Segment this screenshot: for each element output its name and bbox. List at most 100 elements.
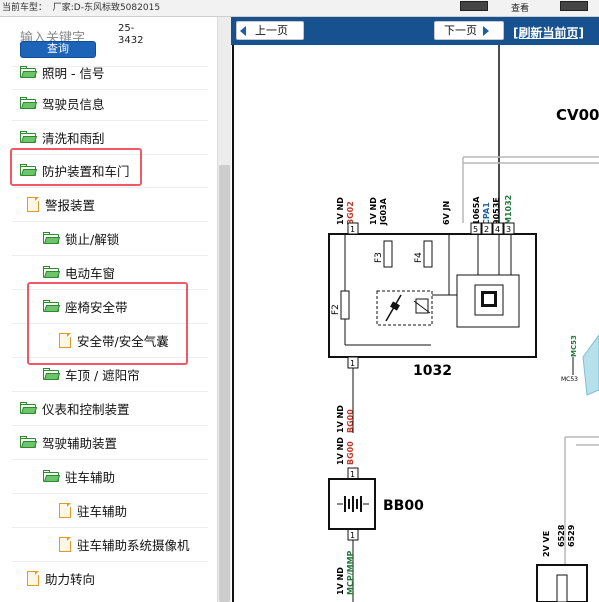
svg-text:F4: F4 [414,252,424,263]
wire-label: CPA1 [482,202,491,225]
svg-text:1: 1 [350,470,355,479]
tree-item[interactable]: 清洗和雨刮 [20,127,105,147]
wire-label: BG00 [346,409,355,433]
document-icon [27,196,39,212]
tree-item[interactable]: 电动车窗 [43,262,115,282]
document-icon [59,536,71,552]
wire-label: 1V ND [336,197,345,225]
wire-label: 1V ND [369,197,378,225]
left-tree-panel: 输入关键字 25- 3432 查询 照明 - 信号 驾驶员信息 清洗和雨刮 防护装置和… [0,17,217,602]
folder-open-icon [20,66,38,78]
top-status-bar: 当前车型： 厂家:D-东风标致5082015 查看 [0,0,599,17]
wire-label: 6529 [567,524,576,547]
svg-text:F2: F2 [331,304,341,315]
svg-text:F3: F3 [374,252,384,263]
divider [12,255,208,256]
tree-item[interactable]: 助力转向 [27,568,95,588]
tree-item-label: 驻车辅助系统摄像机 [77,537,190,553]
svg-text:2: 2 [484,225,489,234]
tree-item[interactable]: 锁止/解锁 [43,228,119,248]
folder-open-icon [43,232,61,244]
divider [12,221,208,222]
tree-item-label: 驾驶辅助装置 [42,435,118,451]
tree-item[interactable]: 照明 - 信号 [20,62,104,82]
wire-label: 1V ND [336,437,345,465]
divider [12,89,208,90]
wire-label: 2V VE [542,531,551,557]
connector-code: CV00 [556,106,599,124]
folder-open-icon [43,368,61,380]
tree-item-label: 锁止/解锁 [65,231,120,247]
tree-item-label: 驻车辅助 [65,469,116,485]
refresh-page-link[interactable]: [刷新当前页] [513,24,584,41]
document-icon [59,502,71,518]
arrow-left-icon [240,25,246,36]
next-page-button[interactable]: 下一页 [434,21,504,40]
svg-text:3: 3 [506,225,511,234]
wire-label: 1V ND [336,567,345,595]
toolbar-icon[interactable] [460,1,488,11]
search-button[interactable]: 查询 [20,41,96,58]
svg-text:1: 1 [350,531,355,540]
tree-item[interactable]: 驾驶辅助装置 [20,432,117,452]
tree-item-label: 照明 - 信号 [42,65,105,81]
divider [12,391,208,392]
folder-open-icon [20,131,38,143]
svg-text:1: 1 [350,225,355,234]
tree-item-label: 清洗和雨刮 [42,130,105,146]
tree-item-label: 驻车辅助 [77,503,128,519]
divider [12,493,208,494]
scrollbar-thumb[interactable] [219,165,230,602]
tree-item-label: 驾驶员信息 [42,96,105,112]
wire-label: 6V JN [442,201,451,225]
wire-label: MCP/MMP [346,550,355,595]
tree-item-label: 警报装置 [45,197,96,213]
divider [12,187,208,188]
wire-label: BG02 [346,201,355,225]
highlight-box [10,148,142,186]
svg-text:1: 1 [350,359,355,368]
wire-label: 1065A [472,196,481,225]
tree-item[interactable]: 仪表和控制装置 [20,398,130,418]
divider [12,459,208,460]
document-icon [27,570,39,586]
wire-label: 1V ND [336,405,345,433]
folder-open-icon [43,266,61,278]
tree-item[interactable]: 警报装置 [27,194,95,214]
divider [12,425,208,426]
toolbar-icon[interactable] [560,1,588,11]
module-label: 1032 [413,363,452,379]
divider [12,120,208,121]
tree-item[interactable]: 车顶 / 遮阳帘 [43,364,140,384]
wire-label: MC53 [570,335,578,357]
divider [12,561,208,562]
tree-item-label: 电动车窗 [65,265,116,281]
vehicle-info: 当前车型： 厂家:D-东风标致5082015 [2,3,161,13]
wire-label: MC53 [561,376,578,383]
search-input[interactable]: 25- 3432 [118,23,208,55]
tree-item-label: 车顶 / 遮阳帘 [65,367,140,383]
wiring-diagram: CV00 1V ND BG02 1V ND JG03A 6V JN 1065A … [232,45,599,602]
wire-label: BG00 [346,441,355,465]
wire-label: M1032 [504,195,513,225]
wire-label: 6528 [557,524,566,547]
tree-item-label: 仪表和控制装置 [42,401,130,417]
tree-item-label: 助力转向 [45,571,96,587]
tree-item[interactable]: 驻车辅助 [59,500,127,520]
tree-scrollbar[interactable] [217,17,231,602]
folder-open-icon [20,402,38,414]
tree-item[interactable]: 驾驶员信息 [20,93,105,113]
folder-open-icon [20,436,38,448]
folder-open-icon [20,97,38,109]
divider [12,527,208,528]
arrow-right-icon [483,25,489,36]
toolbar-label[interactable]: 查看 [511,3,529,15]
prev-page-button[interactable]: 上一页 [236,21,304,40]
folder-open-icon [43,470,61,482]
svg-text:5: 5 [473,225,478,234]
highlight-box [27,282,188,365]
tree-item[interactable]: 驻车辅助系统摄像机 [59,534,190,554]
svg-text:4: 4 [495,225,500,234]
tree-item[interactable]: 驻车辅助 [43,466,115,486]
wire-label: JG03A [379,197,388,226]
